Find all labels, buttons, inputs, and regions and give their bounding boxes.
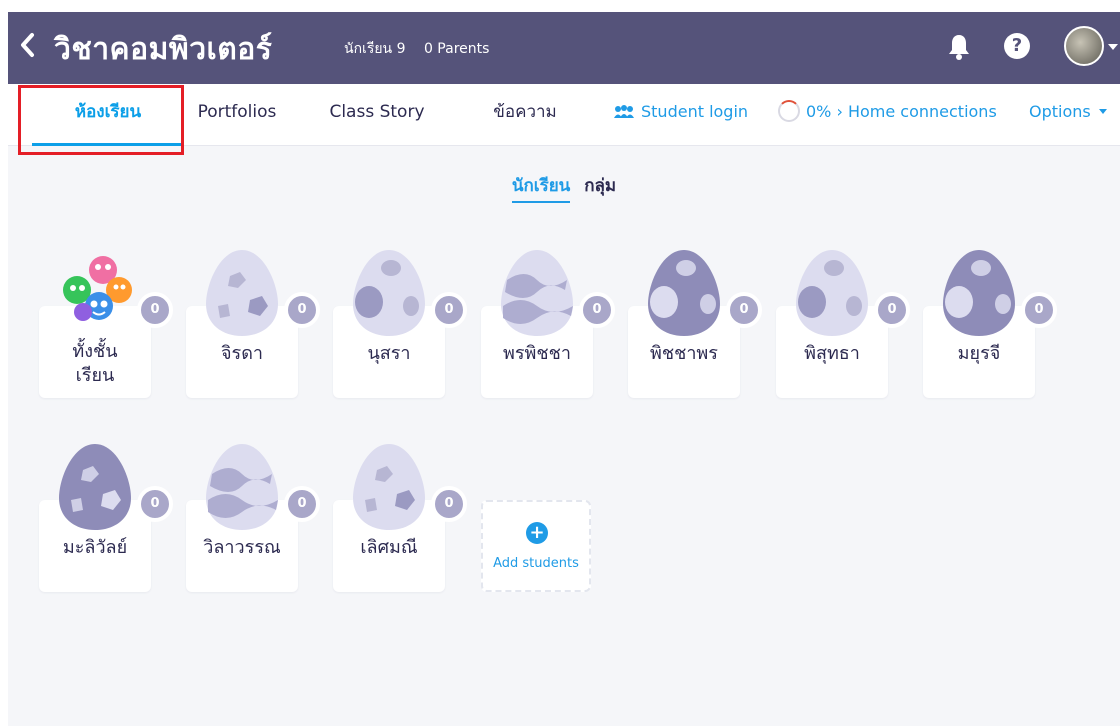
student-card-whole-class[interactable]: 0 ทั้งชั้น เรียน	[39, 256, 173, 398]
student-card[interactable]: 0 จิรดา	[186, 250, 320, 398]
tab-class-story[interactable]: Class Story	[314, 84, 440, 146]
points-badge: 0	[431, 486, 467, 522]
student-card[interactable]: 0 พิชชาพร	[628, 250, 762, 398]
class-stats: นักเรียน 9 0 Parents	[344, 38, 489, 60]
points-badge: 0	[1021, 292, 1057, 328]
student-card[interactable]: 0 พรพิชชา	[481, 250, 615, 398]
egg-avatar-icon	[347, 440, 431, 532]
chevron-down-icon[interactable]	[1108, 44, 1118, 50]
egg-avatar-icon	[495, 246, 579, 338]
student-login-link[interactable]: Student login	[613, 84, 748, 146]
class-title: วิชาคอมพิวเตอร์	[54, 32, 273, 67]
add-students-button[interactable]: + Add students	[481, 500, 591, 592]
student-name: นุสรา	[367, 343, 411, 364]
points-badge: 0	[284, 292, 320, 328]
points-badge: 0	[874, 292, 910, 328]
student-card[interactable]: 0 มยุรจี	[923, 250, 1057, 398]
student-card[interactable]: 0 วิลาวรรณ	[186, 444, 320, 592]
student-card[interactable]: 0 มะลิวัลย์	[39, 444, 173, 592]
home-connections-label: 0% › Home connections	[806, 102, 997, 121]
avatar[interactable]	[1064, 26, 1104, 66]
progress-ring-icon	[778, 100, 800, 122]
student-name: มยุรจี	[957, 343, 1001, 364]
points-badge: 0	[137, 292, 173, 328]
points-badge: 0	[726, 292, 762, 328]
monsters-class-icon	[53, 246, 137, 338]
student-card[interactable]: 0 พิสุทธา	[776, 250, 910, 398]
egg-avatar-icon	[200, 440, 284, 532]
points-badge: 0	[137, 486, 173, 522]
toggle-students[interactable]: นักเรียน	[511, 172, 571, 203]
help-icon[interactable]: ?	[1004, 33, 1030, 59]
student-card[interactable]: 0 นุสรา	[333, 250, 467, 398]
class-nav: ห้องเรียน Portfolios Class Story ข้อความ…	[8, 84, 1120, 146]
points-badge: 0	[431, 292, 467, 328]
tab-messages[interactable]: ข้อความ	[466, 84, 584, 146]
view-toggle: นักเรียน กลุ่ม	[8, 172, 1120, 203]
student-name: ทั้งชั้น เรียน	[72, 341, 118, 387]
egg-avatar-icon	[790, 246, 874, 338]
student-name: พิสุทธา	[804, 343, 860, 364]
students-count: นักเรียน 9	[344, 41, 406, 57]
plus-icon: +	[526, 522, 548, 544]
class-header: วิชาคอมพิวเตอร์ นักเรียน 9 0 Parents ?	[8, 12, 1120, 84]
egg-avatar-icon	[200, 246, 284, 338]
points-badge: 0	[579, 292, 615, 328]
egg-avatar-icon	[937, 246, 1021, 338]
options-menu[interactable]: Options	[1029, 84, 1107, 146]
tab-portfolios[interactable]: Portfolios	[184, 84, 290, 146]
student-name: จิรดา	[220, 343, 263, 364]
student-name: เลิศมณี	[360, 537, 418, 558]
students-icon	[614, 105, 634, 118]
student-name: พรพิชชา	[503, 343, 571, 364]
student-name: พิชชาพร	[650, 343, 718, 364]
points-badge: 0	[284, 486, 320, 522]
student-card[interactable]: 0 เลิศมณี	[333, 444, 467, 592]
tab-classroom[interactable]: ห้องเรียน	[32, 84, 184, 146]
egg-avatar-icon	[53, 440, 137, 532]
app-frame: วิชาคอมพิวเตอร์ นักเรียน 9 0 Parents ? ห…	[8, 12, 1120, 726]
options-label: Options	[1029, 102, 1091, 121]
chevron-down-icon	[1098, 109, 1107, 114]
egg-avatar-icon	[347, 246, 431, 338]
bell-icon[interactable]	[946, 32, 972, 62]
student-login-label: Student login	[641, 102, 749, 121]
student-name: มะลิวัลย์	[62, 537, 128, 558]
student-name: วิลาวรรณ	[203, 537, 281, 558]
add-students-label: Add students	[493, 556, 579, 571]
egg-avatar-icon	[642, 246, 726, 338]
home-connections-link[interactable]: 0% › Home connections	[778, 84, 997, 146]
parents-count: 0 Parents	[423, 41, 490, 57]
chevron-left-icon[interactable]	[16, 30, 40, 60]
toggle-groups[interactable]: กลุ่ม	[584, 172, 616, 201]
